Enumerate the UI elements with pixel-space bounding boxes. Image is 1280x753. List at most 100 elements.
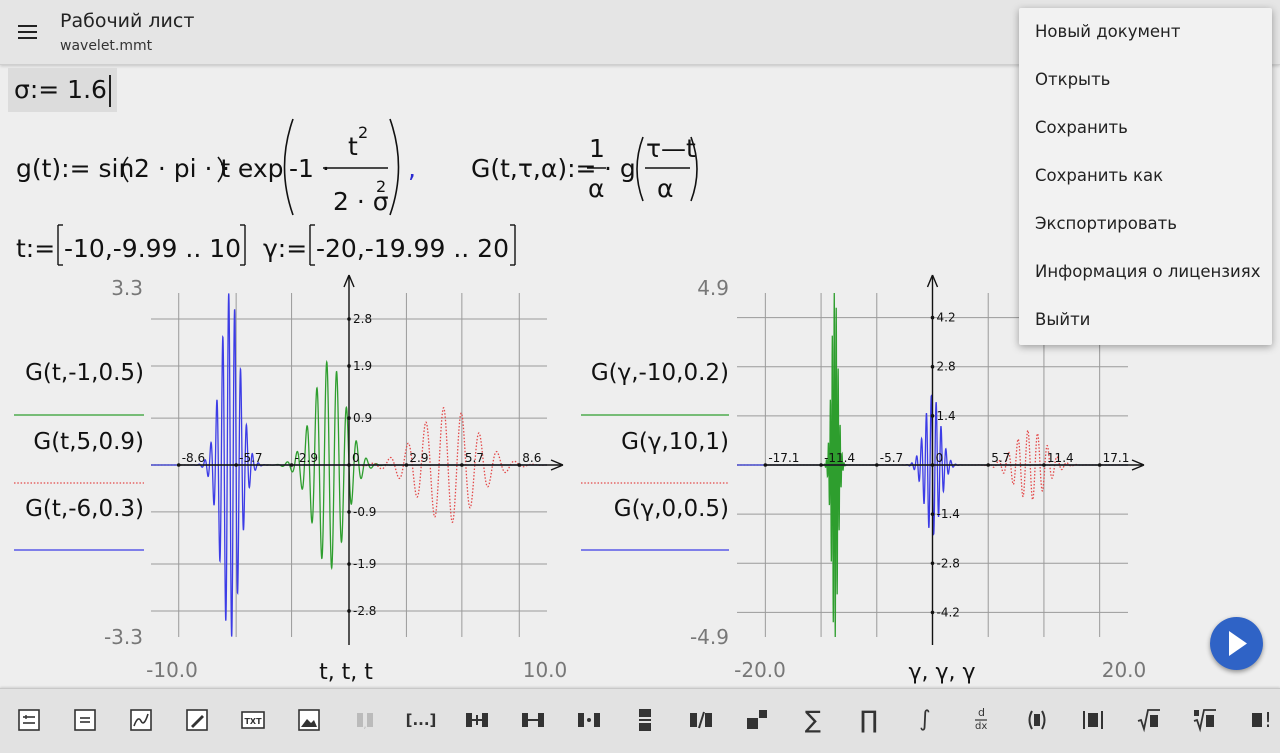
insert-text-button[interactable]: TXT	[238, 705, 268, 735]
insert-image-icon	[296, 707, 322, 733]
menu-item-new-document[interactable]: Новый документ	[1019, 8, 1272, 56]
interval-icon: ,	[352, 707, 378, 733]
x-tick-mark	[460, 463, 464, 467]
divide-button[interactable]	[686, 705, 716, 735]
insert-image-button[interactable]	[294, 705, 324, 735]
add-column-icon	[464, 707, 490, 733]
menu-item-open[interactable]: Открыть	[1019, 56, 1272, 104]
product-icon: ∏	[856, 707, 882, 733]
x-tick-mark	[289, 463, 294, 467]
product-button[interactable]: ∏	[854, 705, 884, 735]
y-tick-mark	[930, 315, 935, 320]
derivative-icon: d dx	[968, 707, 994, 733]
x-axis-label: γ, γ, γ	[908, 660, 975, 685]
x-tick-mark	[819, 463, 823, 467]
factorial-icon: !	[1248, 707, 1274, 733]
x-tick-mark	[1097, 463, 1102, 467]
menu-item-license-info[interactable]: Информация о лицензиях	[1019, 248, 1272, 296]
y-tick-mark	[347, 416, 351, 420]
nth-root-button[interactable]	[1190, 705, 1220, 735]
x-axis-label: t, t, t	[319, 660, 373, 685]
power-button[interactable]	[742, 705, 772, 735]
x-tick-mark	[404, 463, 409, 467]
menu-item-export[interactable]: Экспортировать	[1019, 200, 1272, 248]
column-span-button[interactable]	[518, 705, 548, 735]
insert-definition-button[interactable]	[70, 705, 100, 735]
legend-label: G(t,-1,0.5)	[25, 360, 144, 386]
row-split-button[interactable]	[630, 705, 660, 735]
sum-glyph: ∑	[804, 706, 822, 734]
sum-button[interactable]: ∑	[798, 705, 828, 735]
y-tick-mark	[347, 317, 351, 321]
product-glyph: ∏	[859, 706, 879, 734]
x-tick-mark	[347, 463, 351, 467]
column-span-icon	[520, 707, 546, 733]
sum-icon: ∑	[800, 707, 826, 733]
insert-plot-icon	[128, 707, 154, 733]
insert-drawing-icon	[184, 707, 210, 733]
x-tick-label: 0	[936, 451, 944, 465]
x-tick-mark	[930, 463, 935, 467]
derivative-glyph-bottom: dx	[975, 721, 988, 732]
integral-button[interactable]: ∫	[910, 705, 940, 735]
x-tick-mark	[176, 463, 181, 467]
hamburger-menu-icon[interactable]	[8, 12, 48, 52]
derivative-glyph-top: d	[978, 706, 985, 719]
legend-label: G(t,5,0.9)	[33, 429, 144, 455]
app-title: Рабочий лист	[60, 10, 195, 32]
integral-glyph: ∫	[919, 707, 931, 732]
x-tick-label: 17.1	[1103, 451, 1130, 465]
y-min-label: -3.3	[104, 625, 143, 649]
parentheses-button[interactable]	[1022, 705, 1052, 735]
insert-equation-button[interactable]	[14, 705, 44, 735]
factorial-button[interactable]: !	[1246, 705, 1276, 735]
menu-item-save-as[interactable]: Сохранить как	[1019, 152, 1272, 200]
y-tick-mark	[347, 562, 351, 566]
svg-text:TXT: TXT	[244, 717, 262, 726]
x-min-label: -10.0	[146, 658, 198, 682]
y-tick-label: 1.4	[937, 409, 956, 423]
y-tick-label: 2.8	[353, 312, 372, 326]
y-tick-label: -0.9	[353, 505, 376, 519]
abs-value-button[interactable]	[1078, 705, 1108, 735]
x-tick-label: 0	[352, 451, 360, 465]
integral-icon: ∫	[912, 707, 938, 733]
legend-label: G(γ,-10,0.2)	[591, 360, 729, 386]
x-tick-mark	[234, 463, 238, 467]
sqrt-button[interactable]	[1134, 705, 1164, 735]
x-max-label: 10.0	[523, 658, 568, 682]
menu-item-exit[interactable]: Выйти	[1019, 296, 1272, 344]
y-tick-label: -1.9	[353, 557, 376, 571]
ellipsis-bracket-icon: [...]	[406, 707, 437, 733]
legend-label: G(t,-6,0.3)	[25, 496, 144, 522]
y-tick-mark	[347, 609, 351, 613]
x-tick-label: 2.9	[409, 451, 428, 465]
derivative-button[interactable]: d dx	[966, 705, 996, 735]
x-tick-mark	[986, 463, 991, 467]
x-tick-mark	[874, 463, 879, 467]
insert-drawing-button[interactable]	[182, 705, 212, 735]
insert-plot-button[interactable]	[126, 705, 156, 735]
x-max-label: 20.0	[1102, 658, 1147, 682]
y-tick-mark	[930, 610, 935, 615]
y-tick-label: -1.4	[937, 507, 960, 521]
calculate-button[interactable]	[1210, 617, 1263, 670]
x-tick-label: -5.7	[880, 451, 903, 465]
add-column-button[interactable]	[462, 705, 492, 735]
x-tick-label: -8.6	[182, 451, 205, 465]
insert-text-icon: TXT	[240, 707, 266, 733]
ellipsis-bracket-button[interactable]: [...]	[406, 705, 437, 735]
x-tick-label: 8.6	[522, 451, 541, 465]
plot-1[interactable]: -8.6 -5.7 -2.9 0 2.9 5.7 8.6 2.8 1.9 0.9 -0.9 -1.9 -…	[14, 274, 568, 685]
menu-item-save[interactable]: Сохранить	[1019, 104, 1272, 152]
x-tick-label: 11.4	[1047, 451, 1074, 465]
y-tick-label: 1.9	[353, 359, 372, 373]
x-tick-label: 5.7	[991, 451, 1010, 465]
y-tick-label: 2.8	[937, 360, 956, 374]
x-tick-label: -2.9	[295, 451, 318, 465]
document-filename: wavelet.mmt	[60, 38, 153, 54]
power-icon	[744, 707, 770, 733]
parentheses-icon	[1024, 707, 1050, 733]
column-split-button[interactable]	[574, 705, 604, 735]
factorial-glyph: !	[1264, 708, 1273, 732]
